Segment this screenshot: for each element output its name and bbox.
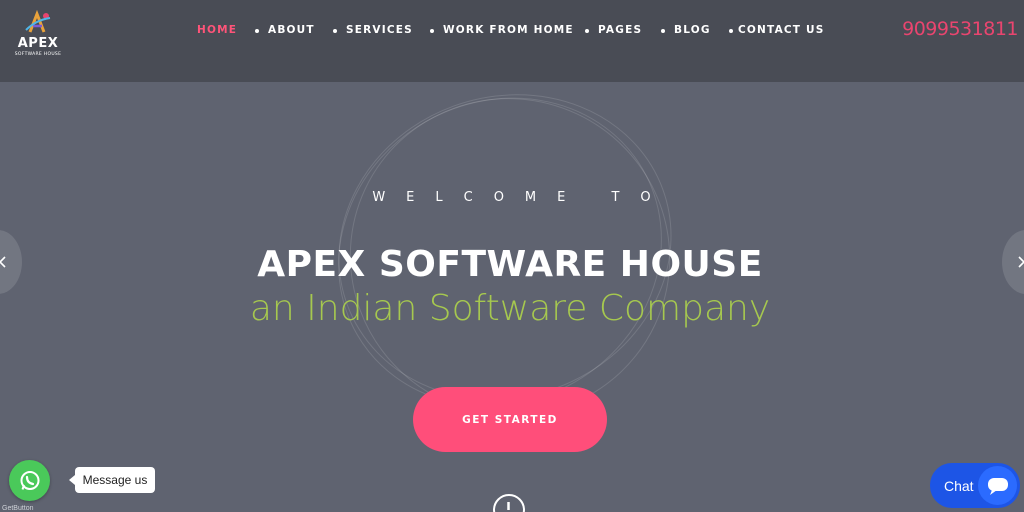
chevron-right-icon (1018, 256, 1024, 268)
nav-separator-dot (255, 29, 259, 33)
logo-text: APEX (17, 36, 59, 51)
chat-widget-button[interactable]: Chat (930, 463, 1020, 508)
welcome-text: WELCOME TO (372, 190, 672, 205)
getbutton-credit[interactable]: GetButton (2, 505, 34, 512)
whatsapp-message-bubble[interactable]: Message us (69, 467, 155, 493)
chat-bubble-icon (978, 466, 1017, 505)
nav-blog[interactable]: BLOG (674, 24, 711, 36)
nav-home[interactable]: HOME (197, 24, 237, 36)
whatsapp-button[interactable] (9, 460, 50, 501)
nav-separator-dot (729, 29, 733, 33)
hero-title: APEX SOFTWARE HOUSE (257, 244, 763, 285)
nav-pages[interactable]: PAGES (598, 24, 642, 36)
phone-number[interactable]: 9099531811 (902, 18, 1018, 40)
nav-services[interactable]: SERVICES (346, 24, 413, 36)
get-started-button[interactable]: GET STARTED (413, 387, 607, 452)
nav-work-from-home[interactable]: WORK FROM HOME (443, 24, 574, 36)
nav-separator-dot (661, 29, 665, 33)
chat-label: Chat (944, 478, 974, 494)
hero-subtitle: an Indian Software Company (249, 288, 771, 329)
nav-separator-dot (333, 29, 337, 33)
nav-contact-us[interactable]: CONTACT US (738, 24, 825, 36)
logo-subtext: SOFTWARE HOUSE (14, 52, 62, 57)
hero-slider: WELCOME TO APEX SOFTWARE HOUSE an Indian… (0, 82, 1024, 512)
main-nav: HOME ABOUT SERVICES WORK FROM HOME PAGES… (0, 24, 1024, 38)
whatsapp-icon (20, 470, 39, 490)
nav-separator-dot (430, 29, 434, 33)
chevron-left-icon (0, 256, 6, 268)
site-header: APEX SOFTWARE HOUSE HOME ABOUT SERVICES … (0, 0, 1024, 82)
scroll-down-icon[interactable] (493, 494, 525, 512)
nav-about[interactable]: ABOUT (268, 24, 315, 36)
nav-separator-dot (585, 29, 589, 33)
